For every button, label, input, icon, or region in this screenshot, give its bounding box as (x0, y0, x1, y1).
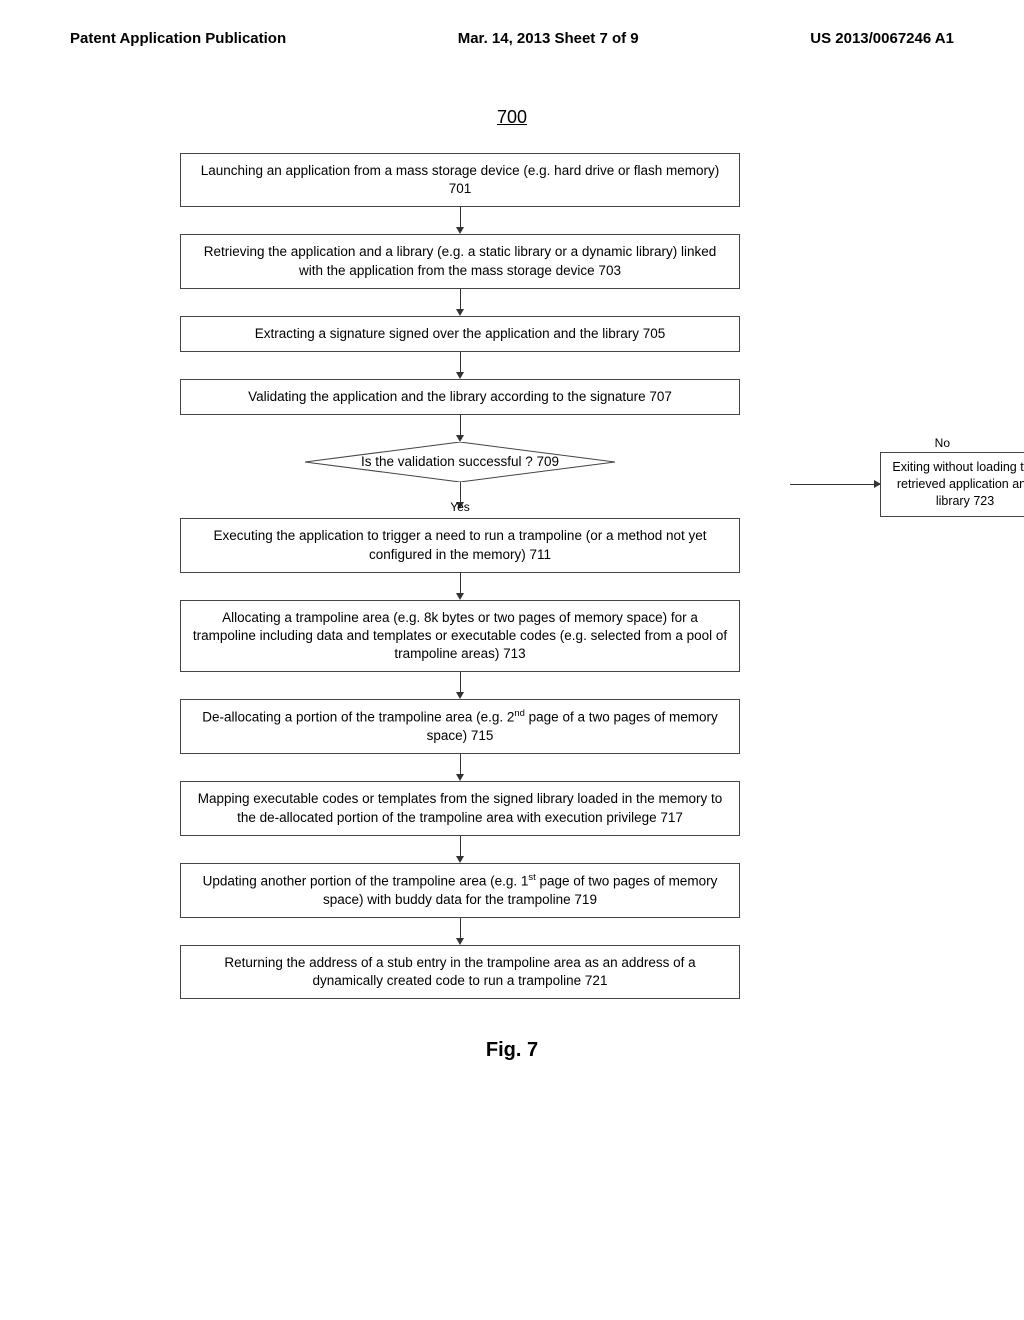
step-715-sup: nd (514, 708, 525, 719)
step-715-pre: De-allocating a portion of the trampolin… (202, 710, 514, 725)
header-center: Mar. 14, 2013 Sheet 7 of 9 (458, 30, 639, 47)
step-719-pre: Updating another portion of the trampoli… (203, 873, 529, 888)
step-721: Returning the address of a stub entry in… (180, 945, 740, 999)
step-715: De-allocating a portion of the trampolin… (180, 699, 740, 754)
page: Patent Application Publication Mar. 14, … (0, 0, 1024, 1320)
decision-text: Is the validation successful ? 709 (361, 454, 559, 469)
step-711: Executing the application to trigger a n… (180, 518, 740, 572)
step-705: Extracting a signature signed over the a… (180, 316, 740, 352)
step-723: Exiting without loading the retrieved ap… (880, 452, 1024, 517)
no-branch: No Exiting without loading the retrieved… (790, 452, 1024, 517)
step-701: Launching an application from a mass sto… (180, 153, 740, 207)
header-right: US 2013/0067246 A1 (810, 30, 954, 47)
no-label: No (935, 436, 950, 450)
step-717: Mapping executable codes or templates fr… (180, 781, 740, 835)
step-703: Retrieving the application and a library… (180, 234, 740, 288)
yes-label: Yes (100, 500, 820, 514)
step-719: Updating another portion of the trampoli… (180, 863, 740, 918)
header-left: Patent Application Publication (70, 30, 286, 47)
step-719-sup: st (528, 872, 535, 883)
step-713: Allocating a trampoline area (e.g. 8k by… (180, 600, 740, 673)
figure-number: 700 (70, 107, 954, 128)
figure-caption: Fig. 7 (70, 1039, 954, 1062)
decision-709: Is the validation successful ? 709 (305, 442, 615, 482)
step-707: Validating the application and the libra… (180, 379, 740, 415)
flowchart: Launching an application from a mass sto… (100, 153, 820, 999)
page-header: Patent Application Publication Mar. 14, … (70, 30, 954, 47)
